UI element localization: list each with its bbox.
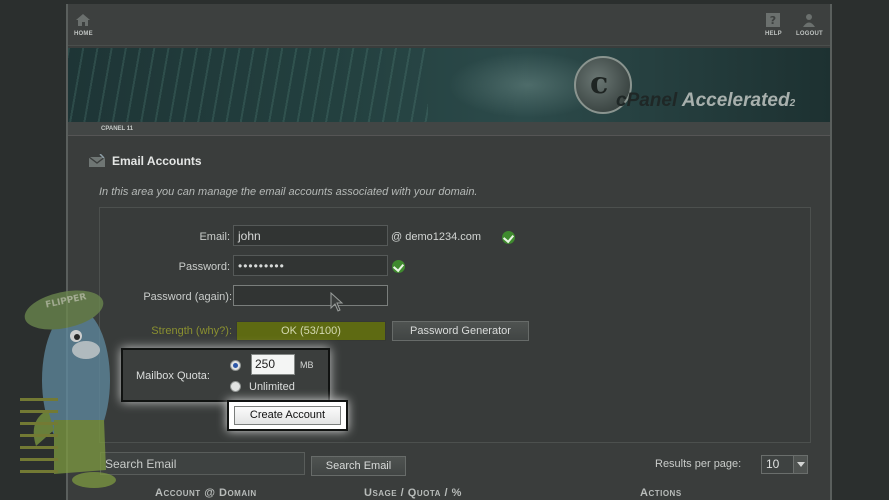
quota-limited-radio[interactable]: [230, 360, 241, 371]
home-nav-link[interactable]: HOME: [74, 12, 93, 37]
password-again-input[interactable]: [233, 285, 388, 306]
help-icon: ?: [766, 13, 781, 27]
mouse-cursor-icon: [330, 292, 344, 312]
brand-name: cPanel: [616, 90, 678, 111]
results-per-page-label: Results per page:: [655, 458, 742, 470]
page-description: In this area you can manage the email ac…: [99, 186, 478, 198]
search-email-button[interactable]: Search Email: [311, 456, 406, 476]
help-nav-link[interactable]: ? HELP: [765, 12, 782, 37]
create-account-button[interactable]: Create Account: [234, 406, 341, 425]
product-version: 2: [789, 98, 796, 109]
chevron-down-icon[interactable]: [793, 456, 807, 473]
email-input[interactable]: john: [233, 225, 388, 246]
mailbox-quota-highlight: Mailbox Quota: 250 MB Unlimited: [121, 348, 330, 402]
quota-unlimited-radio[interactable]: [230, 381, 241, 392]
mailbox-quota-label: Mailbox Quota:: [136, 370, 210, 382]
create-account-highlight: Create Account: [227, 400, 348, 431]
password-label: Password:: [178, 261, 230, 273]
email-accounts-icon: [88, 154, 106, 167]
results-per-page-value: 10: [766, 457, 780, 471]
email-valid-check-icon: [502, 231, 515, 244]
password-again-label: Password (again):: [143, 291, 232, 303]
help-nav-label: HELP: [765, 31, 782, 37]
results-per-page-select[interactable]: 10: [761, 455, 808, 474]
column-actions: Actions: [640, 487, 682, 499]
product-name: Accelerated: [681, 90, 790, 111]
password-strength-meter: OK (53/100): [236, 321, 386, 341]
password-generator-button[interactable]: Password Generator: [392, 321, 529, 341]
quota-unit-label: MB: [300, 360, 314, 370]
page-title-text: Email Accounts: [112, 154, 202, 168]
domain-label: @ demo1234.com: [391, 231, 482, 243]
logout-nav-label: LOGOUT: [796, 31, 823, 37]
column-account-domain[interactable]: Account @ Domain: [155, 487, 257, 499]
email-label: Email:: [199, 231, 230, 243]
banner-cable-pattern: [68, 48, 428, 122]
strength-label[interactable]: Strength (why?):: [120, 325, 232, 337]
password-valid-check-icon: [392, 260, 405, 273]
cpanel-logo-mark: c: [590, 66, 609, 101]
flipper-host-mascot-icon: FLIPPER: [20, 290, 116, 488]
logout-icon: [803, 14, 816, 27]
top-navigation: HOME ? HELP LOGOUT: [68, 4, 830, 46]
password-input[interactable]: •••••••••: [233, 255, 388, 276]
column-usage-quota[interactable]: Usage / Quota / %: [364, 487, 462, 499]
home-nav-label: HOME: [74, 31, 93, 37]
cpanel-logo-text: cPanel Accelerated2: [616, 90, 795, 112]
quota-input[interactable]: 250: [251, 354, 295, 375]
logout-nav-link[interactable]: LOGOUT: [796, 12, 823, 37]
cpanel-window: HOME ? HELP LOGOUT c cPanel Accelerated2…: [66, 4, 832, 500]
quota-unlimited-label: Unlimited: [249, 381, 295, 393]
page-title: Email Accounts: [88, 154, 202, 168]
home-icon: [76, 14, 91, 26]
cpanel-banner: c cPanel Accelerated2: [68, 48, 830, 122]
svg-text:?: ?: [770, 14, 777, 27]
breadcrumb[interactable]: CPANEL 11: [68, 122, 830, 136]
